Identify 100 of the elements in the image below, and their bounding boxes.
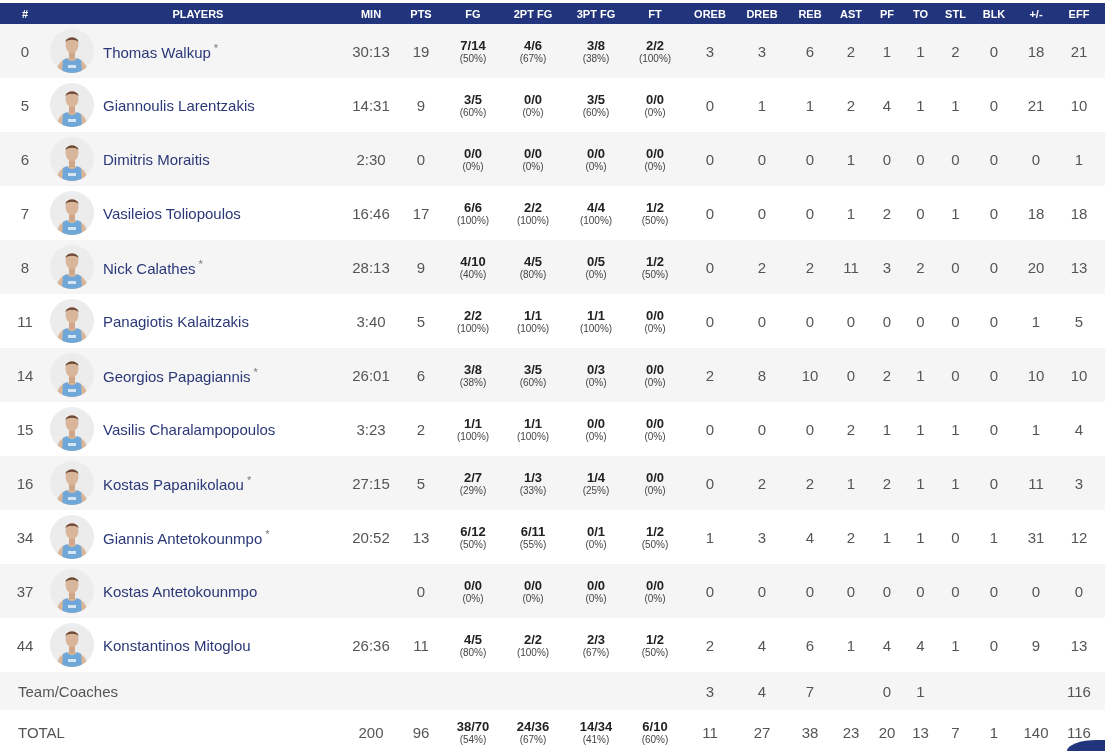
table-cell: 200 bbox=[358, 723, 384, 741]
column-header: +/- bbox=[1028, 7, 1044, 20]
shooting-cell: 1/2 (50%) bbox=[641, 523, 669, 551]
column-header: FG bbox=[464, 7, 482, 20]
shooting-cell: 6/11 (55%) bbox=[519, 523, 547, 551]
table-cell: 1 bbox=[846, 204, 856, 222]
jersey-number: 5 bbox=[20, 96, 30, 114]
shooting-cell: 0/0 (0%) bbox=[644, 145, 666, 173]
table-cell: 21 bbox=[1070, 42, 1088, 60]
player-name[interactable]: Georgios Papagiannis $^{*}$ bbox=[103, 365, 258, 385]
table-cell: 19 bbox=[412, 42, 430, 60]
table-cell: 28:13 bbox=[352, 258, 390, 276]
floating-button[interactable] bbox=[1067, 740, 1105, 751]
table-cell: 13 bbox=[412, 528, 430, 546]
table-cell: 0 bbox=[989, 150, 999, 168]
table-cell: 0 bbox=[846, 312, 856, 330]
table-cell: 3 bbox=[757, 42, 767, 60]
table-cell: 0 bbox=[989, 636, 999, 654]
table-cell: 0 bbox=[882, 150, 892, 168]
table-cell: 0 bbox=[805, 420, 815, 438]
table-cell: 9 bbox=[416, 258, 426, 276]
shooting-cell: 0/0 (0%) bbox=[644, 307, 666, 335]
player-name[interactable]: Nick Calathes $^{*}$ bbox=[103, 257, 203, 277]
table-cell: 0 bbox=[805, 150, 815, 168]
table-cell: 17 bbox=[412, 204, 430, 222]
jersey-number: 37 bbox=[16, 582, 34, 600]
table-cell: 27 bbox=[753, 723, 771, 741]
table-cell: 4 bbox=[882, 636, 892, 654]
shooting-cell: 3/5 (60%) bbox=[459, 91, 487, 119]
shooting-cell: 2/2 (100%) bbox=[638, 37, 672, 65]
table-cell: 6 bbox=[805, 636, 815, 654]
player-name[interactable]: Thomas Walkup $^{*}$ bbox=[103, 41, 219, 61]
table-cell: 10 bbox=[801, 366, 819, 384]
shooting-cell: 1/1 (100%) bbox=[456, 415, 490, 443]
table-cell: 0 bbox=[989, 474, 999, 492]
table-cell: 140 bbox=[1023, 723, 1049, 741]
shooting-cell: 6/10 (60%) bbox=[641, 718, 669, 746]
table-cell: 26:36 bbox=[352, 636, 390, 654]
table-cell: 16:46 bbox=[352, 204, 390, 222]
player-name[interactable]: Vasileios Toliopoulos bbox=[103, 204, 241, 222]
player-name[interactable]: Panagiotis Kalaitzakis bbox=[103, 312, 249, 330]
table-cell: 116 bbox=[1067, 682, 1091, 700]
table-cell: 0 bbox=[805, 204, 815, 222]
table-cell: 5 bbox=[416, 312, 426, 330]
table-cell: 0 bbox=[916, 582, 925, 600]
table-cell: 2 bbox=[882, 204, 892, 222]
player-name[interactable]: Vasilis Charalampopoulos bbox=[103, 420, 276, 438]
player-name[interactable]: Giannis Antetokounmpo $^{*}$ bbox=[103, 527, 270, 547]
table-cell: 1 bbox=[916, 528, 925, 546]
table-cell: 3:23 bbox=[356, 420, 386, 438]
player-name[interactable]: Dimitris Moraitis bbox=[103, 150, 210, 168]
shooting-cell: 0/0 (0%) bbox=[644, 361, 666, 389]
table-cell: 1 bbox=[757, 96, 767, 114]
player-name[interactable]: Kostas Papanikolaou $^{*}$ bbox=[103, 473, 252, 493]
table-cell: 2 bbox=[916, 258, 925, 276]
column-header: EFF bbox=[1067, 7, 1091, 20]
table-cell: 2 bbox=[846, 528, 856, 546]
shooting-cell: 14/34 (41%) bbox=[579, 718, 613, 746]
table-cell: 0 bbox=[757, 204, 767, 222]
table-cell: 1 bbox=[705, 528, 715, 546]
shooting-cell: 2/2 (100%) bbox=[456, 307, 490, 335]
column-header: PTS bbox=[409, 7, 433, 20]
shooting-cell: 4/10 (40%) bbox=[459, 253, 487, 281]
player-name[interactable]: Giannoulis Larentzakis bbox=[103, 96, 255, 114]
jersey-number: 34 bbox=[16, 528, 34, 546]
table-cell: 1 bbox=[916, 96, 925, 114]
table-cell: 26:01 bbox=[352, 366, 390, 384]
table-cell: 1 bbox=[951, 474, 960, 492]
shooting-cell: 4/6 (67%) bbox=[519, 37, 547, 65]
table-cell: 0 bbox=[989, 258, 999, 276]
table-cell: 2 bbox=[757, 474, 767, 492]
table-cell: 0 bbox=[989, 42, 999, 60]
jersey-number: 8 bbox=[20, 258, 30, 276]
table-cell: 2:30 bbox=[356, 150, 386, 168]
table-cell: 7 bbox=[805, 682, 815, 700]
table-cell: 2 bbox=[846, 420, 856, 438]
table-cell: 0 bbox=[989, 204, 999, 222]
table-cell: 3:40 bbox=[356, 312, 386, 330]
table-cell: 3 bbox=[705, 42, 715, 60]
shooting-cell: 1/1 (100%) bbox=[516, 415, 550, 443]
table-cell: 6 bbox=[416, 366, 426, 384]
column-header: PLAYERS bbox=[171, 7, 225, 20]
table-cell: 10 bbox=[1070, 96, 1088, 114]
shooting-cell: 0/0 (0%) bbox=[644, 469, 666, 497]
table-cell: 1 bbox=[882, 420, 892, 438]
shooting-cell: 4/5 (80%) bbox=[459, 631, 487, 659]
table-cell: 0 bbox=[951, 258, 960, 276]
shooting-cell: 4/5 (80%) bbox=[519, 253, 547, 281]
table-cell: 0 bbox=[757, 582, 767, 600]
player-name[interactable]: Konstantinos Mitoglou bbox=[103, 636, 251, 654]
column-header: 3PT FG bbox=[575, 7, 617, 20]
shooting-cell: 0/0 (0%) bbox=[644, 577, 666, 605]
player-name[interactable]: Kostas Antetokounmpo bbox=[103, 582, 258, 600]
table-cell: 20 bbox=[878, 723, 896, 741]
table-cell: 4 bbox=[882, 96, 892, 114]
table-cell: 1 bbox=[1031, 312, 1041, 330]
column-header: REB bbox=[797, 7, 823, 20]
table-cell: 2 bbox=[846, 96, 856, 114]
table-cell: 96 bbox=[412, 723, 430, 741]
table-cell: 1 bbox=[846, 150, 856, 168]
